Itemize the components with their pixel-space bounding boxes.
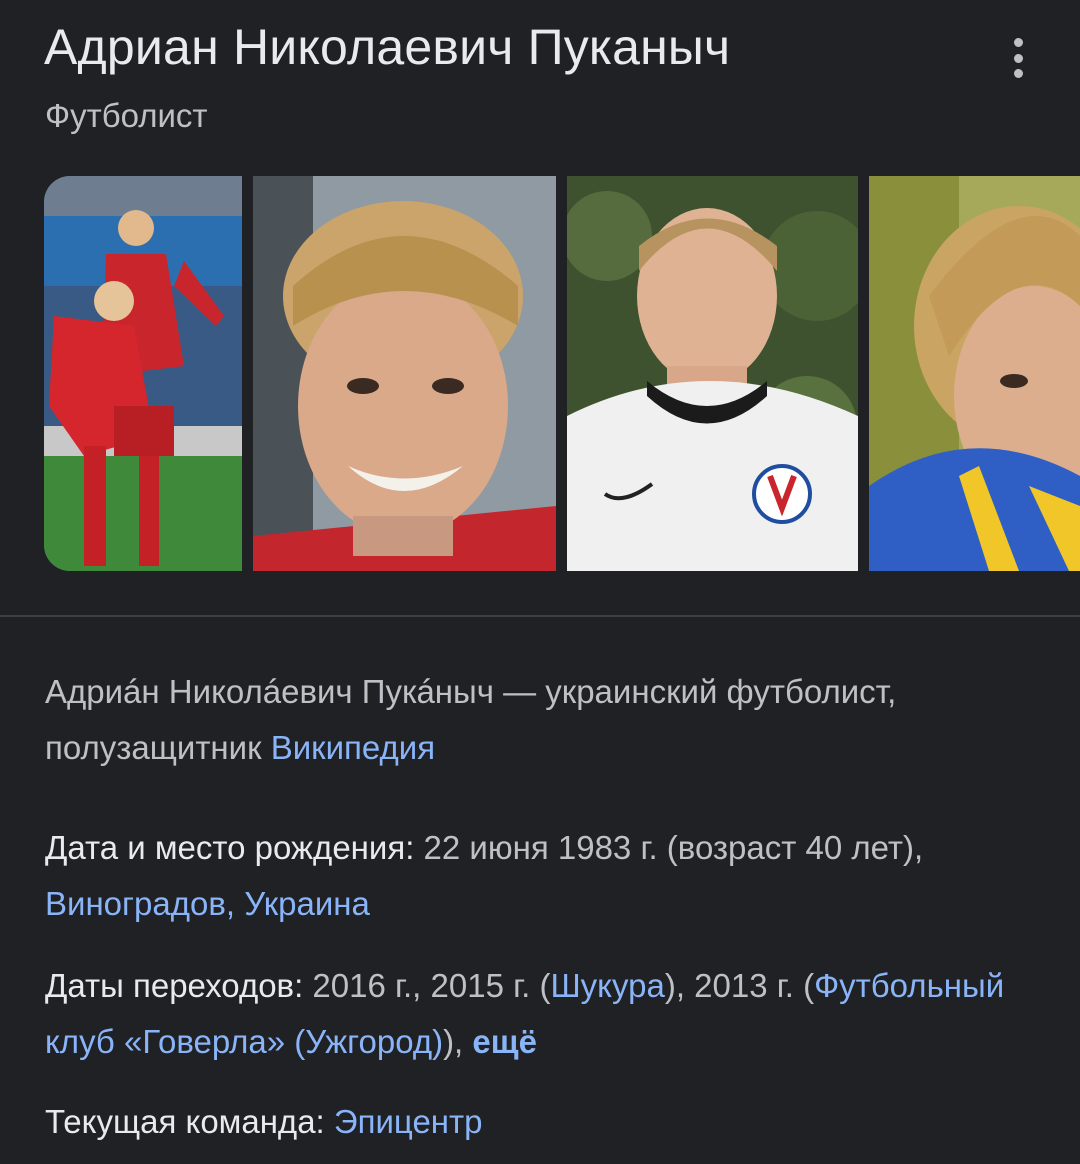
page-title: Адриан Николаевич Пуканыч [44,19,731,75]
photo-thumbnail[interactable] [253,176,556,571]
fact-label: Даты переходов: [45,967,304,1004]
fact-team: Текущая команда: Эпицентр [45,1094,1035,1150]
fact-value: 2016 г., 2015 г. ( [303,967,551,1004]
fact-value: ), 2013 г. ( [664,967,815,1004]
birthplace-link[interactable]: Виноградов, Украина [45,885,370,922]
club-link-shukura[interactable]: Шукура [550,967,664,1004]
more-link[interactable]: ещё [472,1023,537,1060]
wikipedia-link[interactable]: Википедия [271,729,435,766]
photo-thumbnail[interactable] [869,176,1080,571]
fact-value: ), [443,1023,473,1060]
fact-birth: Дата и место рождения: 22 июня 1983 г. (… [45,820,1035,932]
team-link[interactable]: Эпицентр [334,1103,483,1140]
image-gallery[interactable] [44,176,1080,571]
more-vert-icon[interactable] [998,36,1038,80]
description: Адриáн Николáевич Пукáныч — украинский ф… [45,664,1025,776]
fact-label: Дата и место рождения: [45,829,415,866]
description-text: Адриáн Николáевич Пукáныч — украинский ф… [45,673,897,766]
photo-thumbnail[interactable] [44,176,242,571]
fact-value: 22 июня 1983 г. (возраст 40 лет), [414,829,924,866]
photo-thumbnail[interactable] [567,176,858,571]
section-divider [0,615,1080,617]
fact-transfers: Даты переходов: 2016 г., 2015 г. (Шукура… [45,958,1035,1070]
fact-label: Текущая команда: [45,1103,325,1140]
page-subtitle: Футболист [45,97,208,134]
